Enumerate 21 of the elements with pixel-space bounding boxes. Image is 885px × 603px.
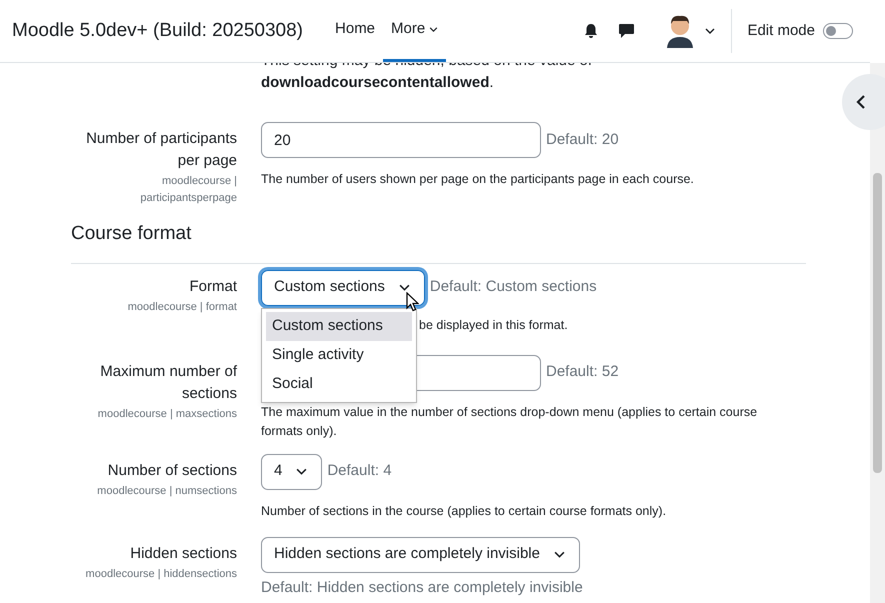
setting-id: moodlecourse | format bbox=[126, 300, 237, 314]
setting-description: The number of users shown per page on the participants page in each course. bbox=[261, 171, 695, 188]
setting-description: be displayed in this format. bbox=[419, 316, 568, 334]
edit-mode-label: Edit mode bbox=[747, 20, 815, 41]
setting-description: Number of sections in the course (applies to certain course formats only). bbox=[261, 502, 668, 520]
setting-label: Number of participants per page bbox=[85, 129, 237, 171]
default-value: Default: Custom sections bbox=[430, 277, 597, 298]
setting-id: moodlecourse | maxsections bbox=[96, 406, 237, 422]
default-value: Default: 20 bbox=[546, 130, 619, 150]
setting-label: Number of sections bbox=[106, 460, 237, 480]
setting-description: The maximum value in the number of sections drop-down menu (applies to certain course formats only). bbox=[261, 404, 758, 440]
section-heading: Course format bbox=[71, 220, 806, 264]
default-value: Default: Hidden sections are completely invisible bbox=[261, 578, 584, 598]
setting-id: moodlecourse | hiddensections bbox=[84, 566, 237, 582]
default-value: Default: 4 bbox=[327, 461, 392, 482]
setting-label: Format bbox=[188, 276, 237, 296]
setting-label: Hidden sections bbox=[129, 544, 237, 564]
setting-label: Maximum number of sections bbox=[99, 362, 237, 404]
setting-id: moodlecourse | numsections bbox=[96, 484, 237, 498]
setting-id: moodlecourse | participantsperpage bbox=[139, 174, 237, 206]
default-value: Default: 52 bbox=[546, 362, 619, 382]
